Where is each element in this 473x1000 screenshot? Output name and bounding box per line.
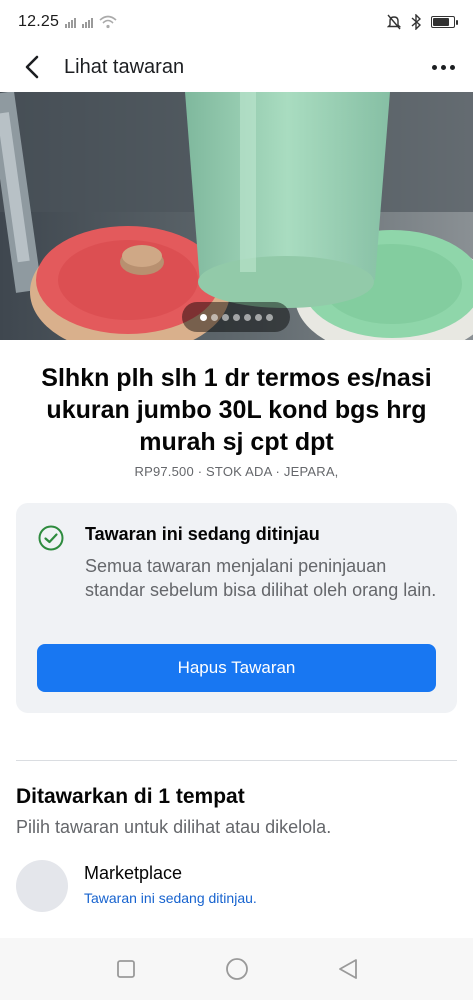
back-button[interactable] [18, 53, 46, 81]
more-options-dot [450, 64, 455, 70]
pagination-dot [232, 313, 240, 321]
home-button[interactable] [217, 949, 257, 989]
more-options-icon [432, 64, 437, 70]
place-text: Marketplace Tawaran ini sedang ditinjau. [84, 863, 257, 906]
status-right [387, 14, 458, 30]
place-status: Tawaran ini sedang ditinjau. [84, 889, 257, 906]
system-back-button[interactable] [328, 949, 368, 989]
status-left: 12.25 [18, 13, 117, 31]
listing-title: Slhkn plh slh 1 dr termos es/nasi ukuran… [41, 364, 432, 456]
offered-section-subtitle: Pilih tawaran untuk dilihat atau dikelol… [16, 817, 332, 837]
bluetooth-icon [411, 14, 421, 30]
section-divider [16, 760, 457, 761]
pagination-dot [243, 313, 251, 321]
mute-bell-icon [387, 14, 401, 30]
offered-section-title: Ditawarkan di 1 tempat [16, 785, 245, 808]
avatar [16, 860, 68, 912]
review-title: Tawaran ini sedang ditinjau [85, 524, 320, 544]
pagination-dot [265, 313, 273, 321]
more-options-button[interactable] [432, 59, 455, 76]
recent-apps-button[interactable] [106, 949, 146, 989]
triangle-back-icon [338, 959, 357, 979]
check-circle-icon [38, 525, 64, 551]
circle-icon [225, 958, 248, 980]
pagination-dot [199, 313, 207, 321]
delete-listing-button[interactable]: Hapus Tawaran [37, 644, 436, 692]
back-arrow-icon [25, 55, 39, 79]
review-description: Semua tawaran menjalani peninjauan stand… [85, 556, 437, 600]
pagination-dot [210, 313, 218, 321]
listing-meta: RP97.500 · STOK ADA · JEPARA, [134, 464, 339, 479]
listing-header: Slhkn plh slh 1 dr termos es/nasi ukuran… [0, 362, 473, 479]
signal-icon [65, 16, 77, 28]
status-time: 12.25 [18, 13, 60, 30]
battery-icon [431, 16, 458, 28]
review-status-card: Tawaran ini sedang ditinjau Semua tawara… [16, 503, 457, 713]
status-bar: 12.25 [0, 0, 473, 44]
signal-icon-2 [82, 16, 94, 28]
gallery-pagination [182, 302, 290, 332]
top-app-bar: Lihat tawaran [0, 44, 473, 90]
pagination-dot [254, 313, 262, 321]
wifi-icon [99, 15, 117, 29]
page-title: Lihat tawaran [64, 55, 185, 78]
list-item-marketplace[interactable]: Marketplace Tawaran ini sedang ditinjau. [16, 858, 457, 914]
system-nav-bar [0, 938, 473, 1000]
pagination-dot [221, 313, 229, 321]
place-name: Marketplace [84, 862, 183, 883]
more-options-dot [441, 64, 446, 70]
square-icon [116, 960, 135, 978]
